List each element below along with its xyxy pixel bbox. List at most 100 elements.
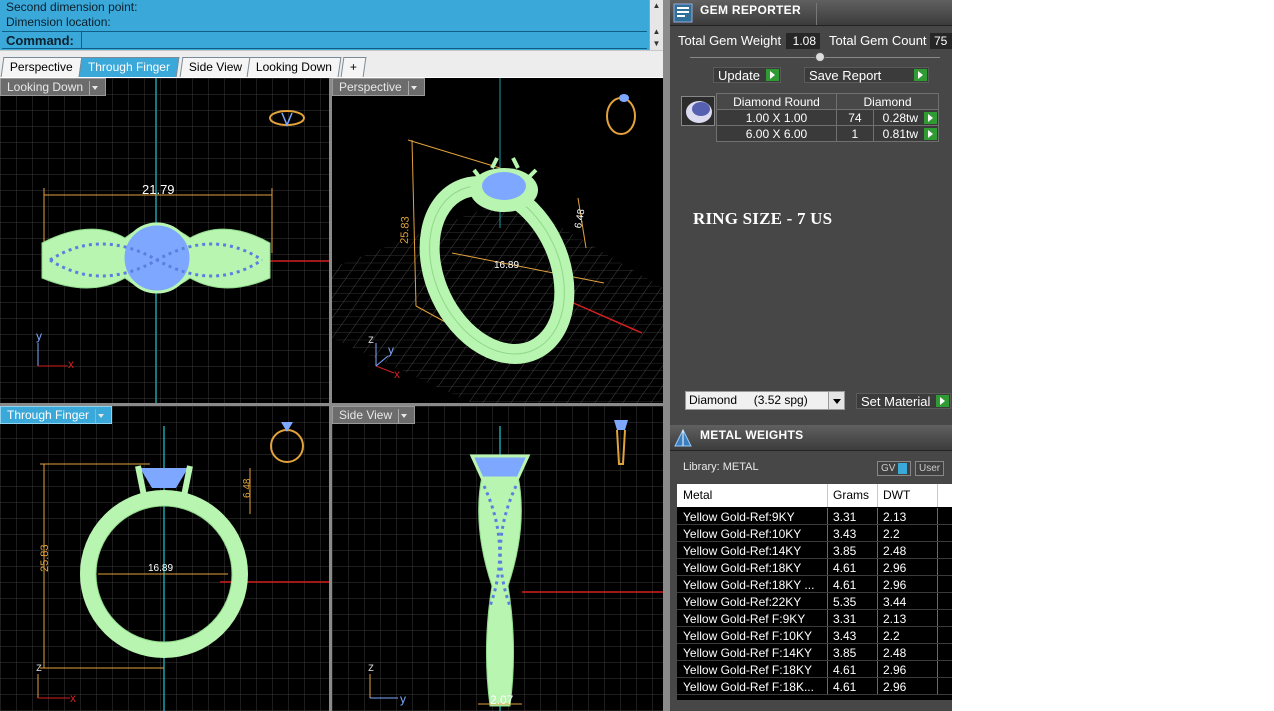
command-history-line: Second dimension point: [6,0,138,14]
viewport-canvas: 25.83 6.48 16.89 z x [0,406,329,711]
slider-handle[interactable] [815,52,825,62]
tab-label: Through Finger [87,60,170,74]
material-select[interactable]: Diamond (3.52 spg) [685,391,845,410]
gem-table: Diamond Round Diamond 1.00 X 1.00 74 0.2… [716,93,940,142]
dimension-label: 16.89 [148,563,173,574]
table-row[interactable]: Yellow Gold-Ref:9KY 3.31 2.13 [677,508,952,525]
table-cell-dwt: 2.13 [883,510,907,524]
dimension-label: 6.48 [573,208,587,230]
gem-table-header: Diamond [836,93,939,110]
chevron-down-icon[interactable] [398,408,408,423]
set-material-button[interactable]: Set Material [856,393,951,409]
gem-table-row[interactable]: 6.00 X 6.00 1 0.81tw [716,125,940,142]
dimension-label: 25.83 [399,216,412,244]
gem-table-row[interactable]: 1.00 X 1.00 74 0.28tw [716,109,940,126]
button-label: Set Material [861,394,931,409]
axis-label: z [36,660,42,674]
viewport-perspective[interactable]: 25.83 16.89 6.48 z y x Perspective [332,78,663,403]
command-input[interactable] [81,32,647,48]
metal-weights-table: Metal Grams DWT Yellow Gold-Ref:9KY 3.31 2… [677,484,952,700]
viewport-canvas: 2.07 z y [332,406,663,711]
column-header[interactable]: DWT [883,488,910,502]
gv-toggle[interactable]: GV [877,461,912,476]
user-toggle[interactable]: User [915,461,945,476]
column-header[interactable]: Grams [833,488,869,502]
table-row[interactable]: Yellow Gold-Ref:22KY 5.35 3.44 [677,593,952,610]
viewport-menu-looking-down[interactable]: Looking Down [0,78,107,96]
save-report-button[interactable]: Save Report [804,67,929,83]
viewport-menu-through-finger[interactable]: Through Finger [0,406,113,424]
play-icon[interactable] [924,112,937,124]
viewport-label: Through Finger [7,408,90,422]
command-scrollbar[interactable]: ▲ ▲ ▼ [649,0,663,50]
viewport-tab-bar: Perspective Through Finger Side View Loo… [0,50,663,77]
viewport-menu-side-view[interactable]: Side View [332,406,416,424]
command-history: Second dimension point: Dimension locati… [0,0,663,50]
scroll-up-icon[interactable]: ▲ [650,0,663,12]
viewport-side-view[interactable]: 2.07 z y Side View [332,406,663,711]
column-header[interactable]: Metal [683,488,712,502]
dimension-label: 2.07 [490,693,514,707]
play-icon [914,69,927,81]
table-row[interactable]: Yellow Gold-Ref:18KY ... 4.61 2.96 [677,576,952,593]
tab-looking-down[interactable]: Looking Down [246,57,342,77]
viewport-looking-down[interactable]: 21.79 y x Looking Down [0,78,329,403]
viewport-label: Looking Down [7,80,84,94]
viewport-through-finger[interactable]: 25.83 6.48 16.89 z x Through Finger [0,406,329,711]
axis-label: z [368,332,374,346]
dimension-label: 25.83 [39,544,51,572]
tab-perspective[interactable]: Perspective [0,57,83,77]
table-cell-grams: 4.61 [833,680,857,694]
table-row[interactable]: Yellow Gold-Ref F:14KY 3.85 2.48 [677,644,952,661]
chevron-down-icon[interactable] [89,80,99,95]
axis-label: x [394,367,400,381]
metal-weights-header: METAL WEIGHTS [670,425,952,451]
add-tab-button[interactable]: + [340,57,367,77]
viewport-divider[interactable] [329,78,332,711]
viewport-label: Side View [339,408,393,422]
table-row[interactable]: Yellow Gold-Ref F:18K... 4.61 2.96 [677,678,952,695]
viewport-menu-perspective[interactable]: Perspective [332,78,425,96]
chevron-down-icon[interactable] [828,392,844,409]
table-cell-metal: Yellow Gold-Ref:18KY ... [683,578,815,592]
table-cell-grams: 4.61 [833,663,857,677]
viewport-label: Perspective [339,80,402,94]
table-cell-metal: Yellow Gold-Ref F:18K... [683,680,814,694]
table-cell-metal: Yellow Gold-Ref:22KY [683,595,802,609]
metal-weights-icon [674,428,692,447]
app-window: Second dimension point: Dimension locati… [0,0,952,711]
command-label: Command: [6,33,74,48]
table-row[interactable]: Yellow Gold-Ref:18KY 4.61 2.96 [677,559,952,576]
scroll-up-icon[interactable]: ▲ [650,26,663,38]
chevron-down-icon[interactable] [407,80,418,95]
table-row[interactable]: Yellow Gold-Ref F:9KY 3.31 2.13 [677,610,952,627]
gem-reporter-title: GEM REPORTER [700,3,801,17]
scroll-down-icon[interactable]: ▼ [650,38,663,50]
table-cell-grams: 3.85 [833,646,857,660]
gem-table-header: Diamond Round [716,93,837,110]
button-label: Save Report [809,68,882,83]
gem-reporter-icon [673,3,693,23]
table-row[interactable]: Yellow Gold-Ref:10KY 3.43 2.2 [677,525,952,542]
table-cell-metal: Yellow Gold-Ref F:18KY [683,663,812,677]
table-row[interactable]: Yellow Gold-Ref F:18KY 4.61 2.96 [677,661,952,678]
dimension-label: 6.48 [242,478,253,498]
panel-splitter[interactable] [663,0,670,711]
metal-table-header: Metal Grams DWT [677,484,952,507]
table-row[interactable]: Yellow Gold-Ref F:10KY 3.43 2.2 [677,627,952,644]
tab-side-view[interactable]: Side View [179,57,252,77]
play-icon[interactable] [924,128,937,140]
update-button[interactable]: Update [713,67,781,83]
ring-size-text: RING SIZE - 7 US [693,209,833,228]
gem-reporter-header: GEM REPORTER [670,0,952,26]
table-cell-dwt: 2.96 [883,680,907,694]
table-row[interactable]: Yellow Gold-Ref:14KY 3.85 2.48 [677,542,952,559]
viewport-canvas: 25.83 16.89 6.48 z y x [332,78,663,403]
dimension-label: 21.79 [142,182,175,197]
axis-label: x [70,691,76,705]
tab-through-finger[interactable]: Through Finger [78,57,180,77]
table-cell-dwt: 3.44 [883,595,907,609]
total-gem-count-value: 75 [930,33,952,49]
chevron-down-icon[interactable] [95,408,105,423]
total-gem-weight-label: Total Gem Weight [678,33,782,48]
